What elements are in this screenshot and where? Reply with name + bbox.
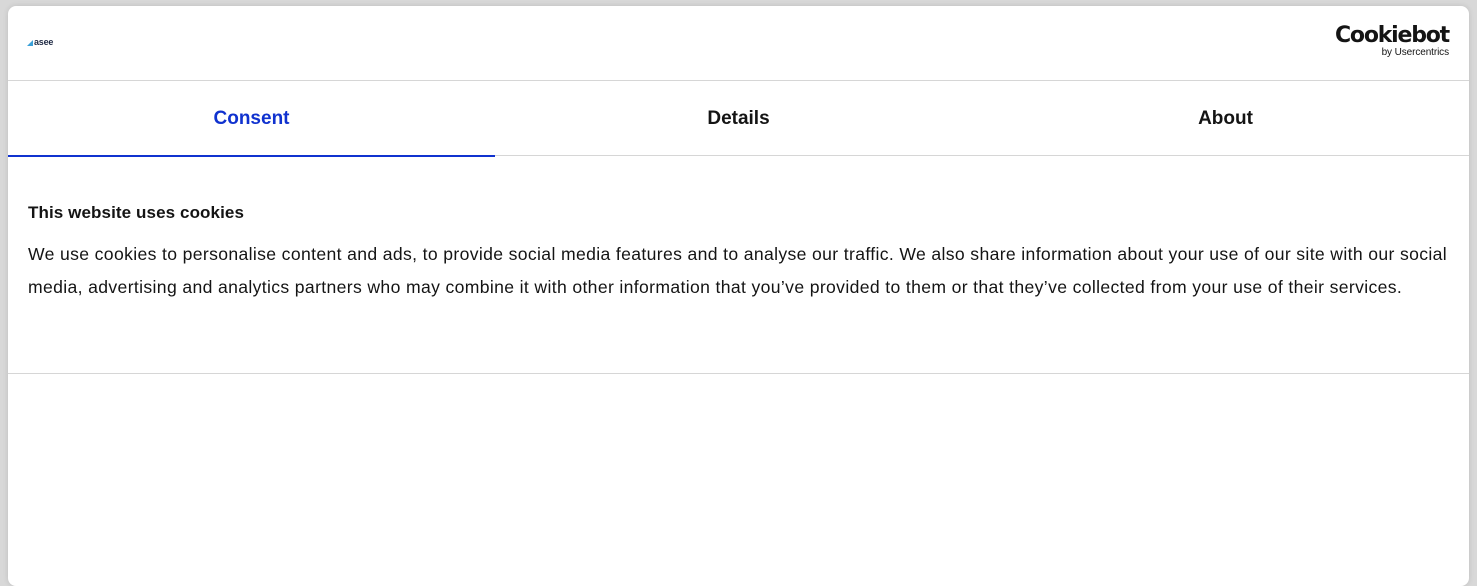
- dialog-header: asee Cookiebot by Usercentrics: [8, 6, 1469, 81]
- consent-title: This website uses cookies: [28, 203, 245, 222]
- cookiebot-logo-name: Cookiebot: [1334, 23, 1450, 48]
- consent-panel: This website uses cookies We use cookies…: [28, 156, 1449, 304]
- asee-logo-mark-icon: [27, 40, 33, 46]
- tab-consent[interactable]: Consent: [8, 81, 495, 157]
- consent-description: We use cookies to personalise content an…: [28, 244, 1448, 297]
- asee-logo: asee: [27, 36, 53, 48]
- tab-details[interactable]: Details: [495, 81, 982, 156]
- tab-about[interactable]: About: [982, 81, 1469, 156]
- cookiebot-logo-subtitle: by Usercentrics: [1381, 47, 1450, 58]
- consent-tabs: Consent Details About: [8, 81, 1469, 157]
- content-divider: [8, 373, 1469, 374]
- asee-logo-text: asee: [34, 37, 54, 47]
- cookiebot-logo[interactable]: Cookiebot by Usercentrics: [1334, 23, 1450, 58]
- cookie-consent-dialog: asee Cookiebot by Usercentrics Consent D…: [8, 6, 1469, 586]
